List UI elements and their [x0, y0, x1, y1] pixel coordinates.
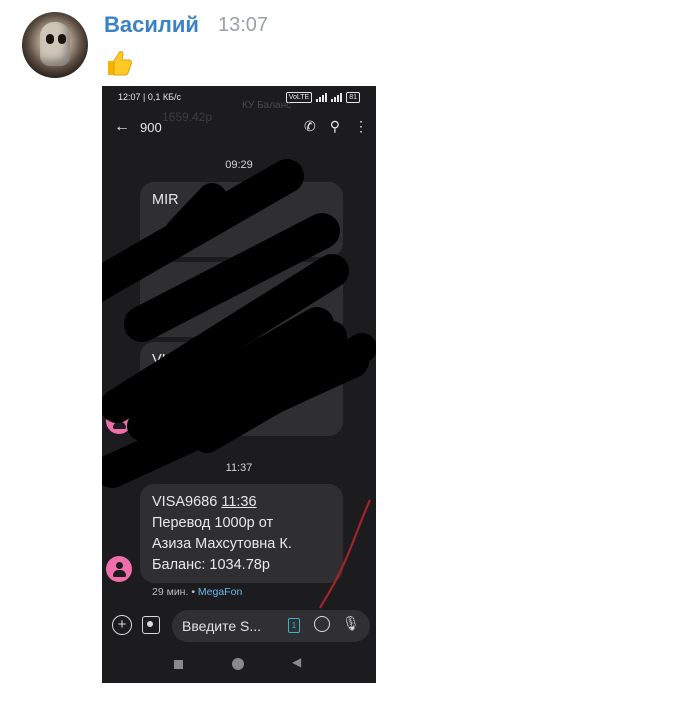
bubble-fragment: MIR — [152, 192, 179, 208]
status-bar: 12:07 | 0,1 КБ/с VoLTE 81 — [102, 86, 376, 108]
sender-name[interactable]: Василий — [104, 12, 199, 38]
message-placeholder: Введите S... — [182, 618, 262, 634]
arrow-left-icon[interactable]: ← — [114, 118, 130, 136]
microphone-icon[interactable]: 🎙 — [342, 615, 360, 632]
add-circle-icon[interactable]: + — [112, 615, 132, 635]
back-icon[interactable]: ◀ — [292, 655, 301, 669]
sms-age: 29 мин. — [152, 586, 189, 598]
sms-meta: 29 мин. • MegaFon — [152, 586, 243, 598]
avatar-eye — [58, 34, 66, 44]
sms-bubble-redacted[interactable]: VISA — [140, 342, 343, 436]
phone-icon[interactable]: ✆ — [304, 118, 316, 135]
card-name: VISA9686 — [152, 494, 218, 510]
status-bar-icons: VoLTE 81 — [285, 92, 360, 103]
timestamp-divider: 09:29 — [225, 159, 253, 171]
sms-inline-time: 11:36 — [221, 494, 257, 510]
conversation-title: 900 — [140, 120, 162, 135]
android-nav-bar: ◀ — [102, 654, 376, 678]
gallery-icon[interactable] — [142, 616, 160, 634]
sms-bubble-redacted[interactable]: MIR — [140, 182, 343, 257]
message-input[interactable]: Введите S... 1 🎙 — [172, 610, 370, 642]
message-composer: + Введите S... 1 🎙 — [110, 610, 370, 644]
sender-avatar[interactable] — [22, 12, 88, 78]
status-bar-text: 12:07 | 0,1 КБ/с — [118, 92, 182, 102]
operator-name: MegaFon — [197, 586, 243, 598]
timestamp-divider: 11:37 — [225, 462, 253, 474]
thumbs-up-emoji-icon — [108, 51, 132, 76]
notification-ghost-text: КУ Баланс — [242, 100, 292, 111]
search-icon[interactable]: ⚲ — [330, 118, 340, 135]
sms-app-bar: ← 900 ✆ ⚲ ⋮ — [102, 116, 376, 142]
recents-icon[interactable] — [174, 660, 183, 669]
avatar-eye — [46, 34, 54, 44]
sms-line: Баланс: 1034.78р — [152, 557, 270, 573]
sms-line: Перевод 1000р от — [152, 515, 274, 531]
sim-card-icon[interactable]: 1 — [288, 618, 300, 633]
signal-icon — [316, 93, 328, 102]
sms-bubble-redacted[interactable] — [140, 262, 343, 337]
contact-avatar-icon[interactable] — [106, 556, 132, 582]
bubble-fragment: VISA — [152, 352, 186, 368]
more-vert-icon[interactable]: ⋮ — [354, 118, 368, 135]
avatar-skull-image — [40, 22, 70, 66]
sms-screenshot: 12:07 | 0,1 КБ/с VoLTE 81 КУ Баланс 1659… — [102, 86, 376, 683]
battery-icon: 81 — [346, 92, 360, 103]
contact-avatar-icon[interactable] — [106, 408, 132, 434]
message-time: 13:07 — [218, 14, 269, 36]
signal-icon-2 — [331, 93, 343, 102]
sms-line: Азиза Махсутовна К. — [152, 536, 292, 552]
home-icon[interactable] — [232, 658, 244, 670]
emoji-icon[interactable] — [314, 616, 330, 632]
sms-bubble[interactable]: VISA9686 11:36 Перевод 1000р от Азиза Ма… — [140, 484, 343, 583]
